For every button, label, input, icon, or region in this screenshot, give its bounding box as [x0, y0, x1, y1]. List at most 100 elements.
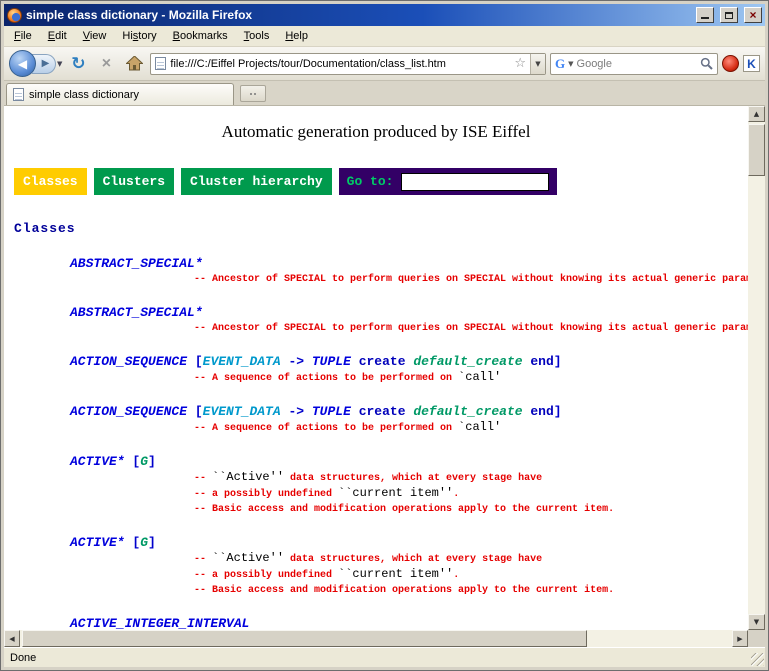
class-entry-comment: -- A sequence of actions to be performed… [4, 420, 748, 436]
page-favicon [155, 57, 166, 70]
browser-content-area: Automatic generation produced by ISE Eif… [4, 106, 765, 630]
horizontal-scrollbar[interactable]: ◀ ▶ [4, 630, 748, 647]
class-entry-comment: -- ``Active'' data structures, which at … [4, 551, 748, 567]
window-title: simple class dictionary - Mozilla Firefo… [26, 8, 690, 22]
class-entry-name[interactable]: ABSTRACT_SPECIAL* [4, 305, 748, 321]
class-entry-comment: -- A sequence of actions to be performed… [4, 370, 748, 386]
dot-icon [250, 93, 252, 95]
vertical-scroll-track[interactable] [748, 176, 765, 614]
navigation-toolbar: ◀ ▶ ▼ ↻ × ☆ ▼ G ▼ K [4, 47, 765, 81]
tab-simple-class-dictionary[interactable]: simple class dictionary [6, 83, 234, 105]
stop-button[interactable]: × [94, 52, 118, 76]
url-input[interactable] [170, 58, 510, 70]
page-viewport: Automatic generation produced by ISE Eif… [4, 106, 748, 630]
tab-bar: simple class dictionary [4, 81, 765, 106]
stop-icon: × [102, 55, 111, 73]
menu-view[interactable]: View [75, 27, 115, 45]
class-entry-name[interactable]: ACTION_SEQUENCE [EVENT_DATA -> TUPLE cre… [4, 354, 748, 370]
class-entry: ACTIVE_INTEGER_INTERVAL [4, 616, 748, 630]
toolbar-addon-red-icon[interactable] [722, 55, 739, 72]
class-entry-comment: -- a possibly undefined ``current item''… [4, 567, 748, 583]
tab-favicon [13, 88, 24, 101]
scroll-down-button[interactable]: ▼ [748, 614, 765, 630]
vertical-scrollbar[interactable]: ▲ ▼ [748, 106, 765, 630]
horizontal-scroll-thumb[interactable] [22, 630, 587, 647]
class-entry: ACTION_SEQUENCE [EVENT_DATA -> TUPLE cre… [4, 354, 748, 386]
classes-button[interactable]: Classes [14, 168, 87, 195]
class-entry-name[interactable]: ACTION_SEQUENCE [EVENT_DATA -> TUPLE cre… [4, 404, 748, 420]
status-text: Done [10, 652, 36, 664]
class-entry-name[interactable]: ABSTRACT_SPECIAL* [4, 256, 748, 272]
page-nav-row: Classes Clusters Cluster hierarchy Go to… [14, 168, 748, 195]
toolbar-addon-k-icon[interactable]: K [743, 55, 760, 72]
tab-label: simple class dictionary [29, 89, 227, 101]
menu-edit[interactable]: Edit [40, 27, 75, 45]
class-entry-comment: -- a possibly undefined ``current item''… [4, 486, 748, 502]
menu-history[interactable]: History [114, 27, 164, 45]
back-forward-group: ◀ ▶ ▼ [9, 50, 62, 77]
class-entry-name[interactable]: ACTIVE_INTEGER_INTERVAL [4, 616, 748, 630]
menu-help[interactable]: Help [277, 27, 316, 45]
url-history-dropdown[interactable]: ▼ [530, 54, 545, 74]
firefox-icon [7, 8, 22, 23]
back-button[interactable]: ◀ [9, 50, 36, 77]
menu-file[interactable]: File [6, 27, 40, 45]
bookmark-star-icon[interactable]: ☆ [514, 56, 526, 71]
class-entry-comment: -- Ancestor of SPECIAL to perform querie… [4, 321, 748, 336]
reload-icon: ↻ [71, 54, 85, 74]
back-icon: ◀ [18, 57, 27, 71]
class-entry-comment: -- Basic access and modification operati… [4, 502, 748, 517]
title-bar: simple class dictionary - Mozilla Firefo… [4, 4, 765, 26]
dot-icon [254, 93, 256, 95]
clusters-button[interactable]: Clusters [94, 168, 174, 195]
goto-box: Go to: [339, 168, 558, 195]
search-box: G ▼ [550, 53, 718, 75]
class-entry: ACTION_SEQUENCE [EVENT_DATA -> TUPLE cre… [4, 404, 748, 436]
minimize-button[interactable] [696, 7, 714, 23]
section-title-classes: Classes [14, 221, 748, 236]
menu-bookmarks[interactable]: Bookmarks [165, 27, 236, 45]
firefox-window: simple class dictionary - Mozilla Firefo… [0, 0, 769, 671]
url-bar: ☆ ▼ [150, 53, 546, 75]
goto-label: Go to: [347, 174, 394, 189]
maximize-button[interactable] [720, 7, 738, 23]
class-entry-name[interactable]: ACTIVE* [G] [4, 535, 748, 551]
class-entry: ACTIVE* [G]-- ``Active'' data structures… [4, 535, 748, 598]
minimize-icon [701, 11, 709, 19]
search-magnifier-icon[interactable] [700, 57, 713, 70]
class-entry: ACTIVE* [G]-- ``Active'' data structures… [4, 454, 748, 517]
close-button[interactable]: × [744, 7, 762, 23]
goto-input[interactable] [401, 173, 549, 191]
status-bar: Done [4, 647, 765, 667]
class-entry: ABSTRACT_SPECIAL*-- Ancestor of SPECIAL … [4, 305, 748, 336]
reload-button[interactable]: ↻ [66, 52, 90, 76]
maximize-icon [725, 12, 733, 19]
class-entry-comment: -- Basic access and modification operati… [4, 583, 748, 598]
home-button[interactable] [122, 52, 146, 76]
search-input[interactable] [577, 58, 697, 70]
scroll-right-button[interactable]: ▶ [732, 630, 748, 647]
resize-grip[interactable] [751, 653, 764, 666]
class-entry: ABSTRACT_SPECIAL*-- Ancestor of SPECIAL … [4, 256, 748, 287]
class-entry-name[interactable]: ACTIVE* [G] [4, 454, 748, 470]
menu-tools[interactable]: Tools [236, 27, 278, 45]
class-entries: ABSTRACT_SPECIAL*-- Ancestor of SPECIAL … [4, 256, 748, 630]
cluster-hierarchy-button[interactable]: Cluster hierarchy [181, 168, 332, 195]
scrollbar-corner [748, 630, 765, 647]
home-icon [126, 56, 143, 71]
horizontal-scrollbar-row: ◀ ▶ [4, 630, 765, 647]
scroll-up-button[interactable]: ▲ [748, 106, 765, 122]
close-icon: × [749, 10, 756, 20]
forward-icon: ▶ [42, 58, 50, 69]
engine-dropdown-icon[interactable]: ▼ [568, 60, 573, 68]
menu-bar: FileEditViewHistoryBookmarksToolsHelp [4, 26, 765, 47]
page-title: Automatic generation produced by ISE Eif… [4, 122, 748, 142]
horizontal-scroll-track[interactable] [587, 630, 732, 647]
google-engine-icon[interactable]: G [555, 56, 565, 72]
class-entry-comment: -- Ancestor of SPECIAL to perform querie… [4, 272, 748, 287]
new-tab-button[interactable] [240, 85, 266, 102]
class-entry-comment: -- ``Active'' data structures, which at … [4, 470, 748, 486]
scroll-left-button[interactable]: ◀ [4, 630, 20, 647]
vertical-scroll-thumb[interactable] [748, 124, 765, 176]
history-dropdown-button[interactable]: ▼ [57, 60, 62, 68]
